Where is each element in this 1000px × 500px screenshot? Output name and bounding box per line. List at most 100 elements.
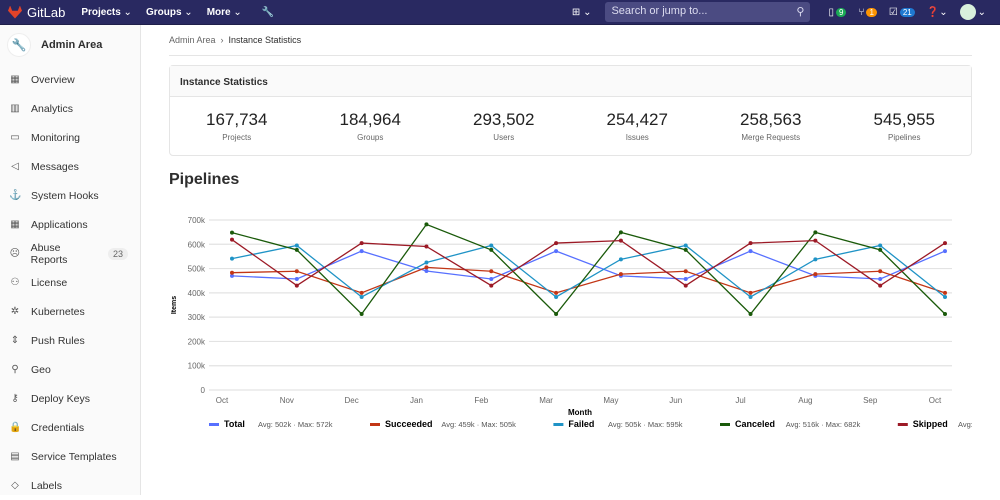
- data-point: [943, 311, 947, 316]
- data-point: [489, 247, 494, 252]
- kubernetes-icon: ✲: [10, 306, 20, 317]
- x-tick-label: Jan: [410, 396, 423, 405]
- stat-label: Issues: [625, 133, 649, 142]
- legend-label: Total: [224, 419, 245, 429]
- issues-button[interactable]: ▯ 9: [828, 7, 847, 18]
- legend-item-total[interactable]: Total Avg: 502k · Max: 572k: [209, 419, 333, 429]
- instance-statistics-card: Instance Statistics 167,734 Projects 184,9…: [169, 65, 972, 156]
- sidebar-item-applications[interactable]: ▦ Applications: [0, 210, 140, 239]
- sidebar-item-label: Credentials: [31, 421, 85, 434]
- merge-requests-button[interactable]: ⑂ 1: [858, 7, 877, 18]
- sidebar-item-deploy-keys[interactable]: ⚷ Deploy Keys: [0, 384, 140, 413]
- data-point: [294, 283, 299, 288]
- series-line: [231, 223, 946, 315]
- sidebar-item-messages[interactable]: ◁ Messages: [0, 152, 140, 181]
- admin-wrench-icon[interactable]: 🔧: [262, 7, 274, 18]
- nav-projects[interactable]: Projects: [81, 7, 132, 18]
- sidebar-item-labels[interactable]: ◇ Labels: [0, 471, 140, 500]
- x-axis-label: Month: [568, 408, 592, 417]
- todos-badge: 21: [899, 7, 915, 17]
- sidebar-item-geo[interactable]: ⚲ Geo: [0, 355, 140, 384]
- sidebar-item-monitoring[interactable]: ▭ Monitoring: [0, 123, 140, 152]
- y-tick-label: 100k: [188, 362, 206, 371]
- issues-badge: 9: [835, 7, 847, 17]
- x-tick-label: Jun: [669, 396, 682, 405]
- legend-stats: Avg: 548k · Max: 619k: [958, 420, 972, 429]
- sidebar-item-system-hooks[interactable]: ⚓ System Hooks: [0, 181, 140, 210]
- data-point: [683, 283, 688, 288]
- sidebar-item-analytics[interactable]: ▥ Analytics: [0, 94, 140, 123]
- data-point: [878, 243, 883, 248]
- data-point: [683, 243, 688, 248]
- legend-label: Failed: [568, 419, 594, 429]
- sidebar-item-license[interactable]: ⚇ License: [0, 268, 140, 297]
- mr-badge: 1: [866, 7, 877, 17]
- data-point: [554, 241, 559, 246]
- data-point: [618, 272, 623, 277]
- sidebar-title: Admin Area: [41, 39, 103, 51]
- nav-groups[interactable]: Groups: [146, 7, 193, 18]
- legend-swatch: [553, 423, 564, 426]
- abuse-icon: ☹: [9, 248, 21, 259]
- y-tick-label: 400k: [188, 289, 206, 298]
- x-tick-label: Aug: [798, 396, 812, 405]
- sidebar-item-abuse-reports[interactable]: ☹ Abuse Reports 23: [0, 239, 140, 268]
- hook-icon: ⚓: [9, 190, 22, 201]
- legend-swatch: [209, 423, 219, 426]
- applications-icon: ▦: [10, 219, 20, 230]
- legend-item-canceled[interactable]: Canceled Avg: 516k · Max: 682k: [720, 419, 861, 429]
- nav-more[interactable]: More: [207, 7, 242, 18]
- data-point: [489, 277, 494, 282]
- sidebar-item-credentials[interactable]: 🔒 Credentials: [0, 413, 140, 442]
- x-tick-label: Jul: [735, 396, 745, 405]
- stat-groups: 184,964 Groups: [304, 110, 438, 142]
- stat-label: Merge Requests: [741, 133, 801, 142]
- x-tick-label: Dec: [345, 396, 359, 405]
- sidebar-item-service-templates[interactable]: ▤ Service Templates: [0, 442, 140, 471]
- data-point: [618, 238, 623, 243]
- breadcrumb-admin-area[interactable]: Admin Area: [169, 35, 216, 45]
- legend-label: Skipped: [913, 419, 948, 429]
- analytics-icon: ▥: [10, 103, 20, 114]
- sidebar-header[interactable]: 🔧 Admin Area: [0, 25, 140, 65]
- sidebar-item-overview[interactable]: ▦ Overview: [0, 65, 140, 94]
- x-tick-label: Oct: [929, 396, 942, 405]
- new-plus-icon[interactable]: ⊞ ⌄: [572, 7, 592, 18]
- series-skipped: [230, 237, 947, 288]
- sidebar-item-label: Messages: [31, 160, 79, 173]
- help-icon[interactable]: ❓⌄: [927, 7, 948, 18]
- data-point: [230, 256, 234, 261]
- user-avatar[interactable]: ⌄: [959, 4, 986, 20]
- data-point: [878, 247, 883, 252]
- data-point: [943, 249, 947, 254]
- top-navbar: GitLab Projects Groups More 🔧 ⊞ ⌄ Search…: [0, 0, 1000, 25]
- legend-item-failed[interactable]: Failed Avg: 505k · Max: 595k: [553, 419, 683, 429]
- sidebar-item-push-rules[interactable]: ⇕ Push Rules: [0, 326, 140, 355]
- legend-item-succeeded[interactable]: Succeeded Avg: 459k · Max: 505k: [370, 419, 516, 429]
- data-point: [230, 270, 234, 275]
- x-tick-label: Mar: [539, 396, 553, 405]
- legend-stats: Avg: 502k · Max: 572k: [258, 420, 333, 429]
- main-content: Admin Area › Instance Statistics Instance …: [169, 25, 972, 489]
- y-tick-label: 500k: [188, 265, 206, 274]
- push-rules-icon: ⇕: [10, 335, 20, 346]
- search-input[interactable]: Search or jump to... ⚲: [605, 2, 811, 22]
- data-point: [359, 294, 364, 299]
- todos-button[interactable]: ☑ 21: [889, 7, 915, 18]
- data-point: [294, 243, 299, 248]
- data-point: [748, 290, 753, 295]
- x-tick-label: Nov: [280, 396, 294, 405]
- data-point: [424, 222, 429, 227]
- data-point: [359, 311, 364, 316]
- data-point: [359, 241, 364, 246]
- chevron-right-icon: ›: [220, 35, 224, 45]
- sidebar-item-label: Geo: [31, 363, 51, 376]
- legend-item-skipped[interactable]: Skipped Avg: 548k · Max: 619k: [897, 419, 972, 429]
- sidebar-item-kubernetes[interactable]: ✲ Kubernetes: [0, 297, 140, 326]
- legend-label: Canceled: [735, 419, 775, 429]
- stat-value: 167,734: [206, 110, 268, 129]
- gitlab-logo[interactable]: GitLab: [8, 5, 65, 20]
- sidebar-item-label: License: [31, 276, 68, 289]
- stat-value: 545,955: [873, 110, 935, 129]
- data-point: [554, 294, 559, 299]
